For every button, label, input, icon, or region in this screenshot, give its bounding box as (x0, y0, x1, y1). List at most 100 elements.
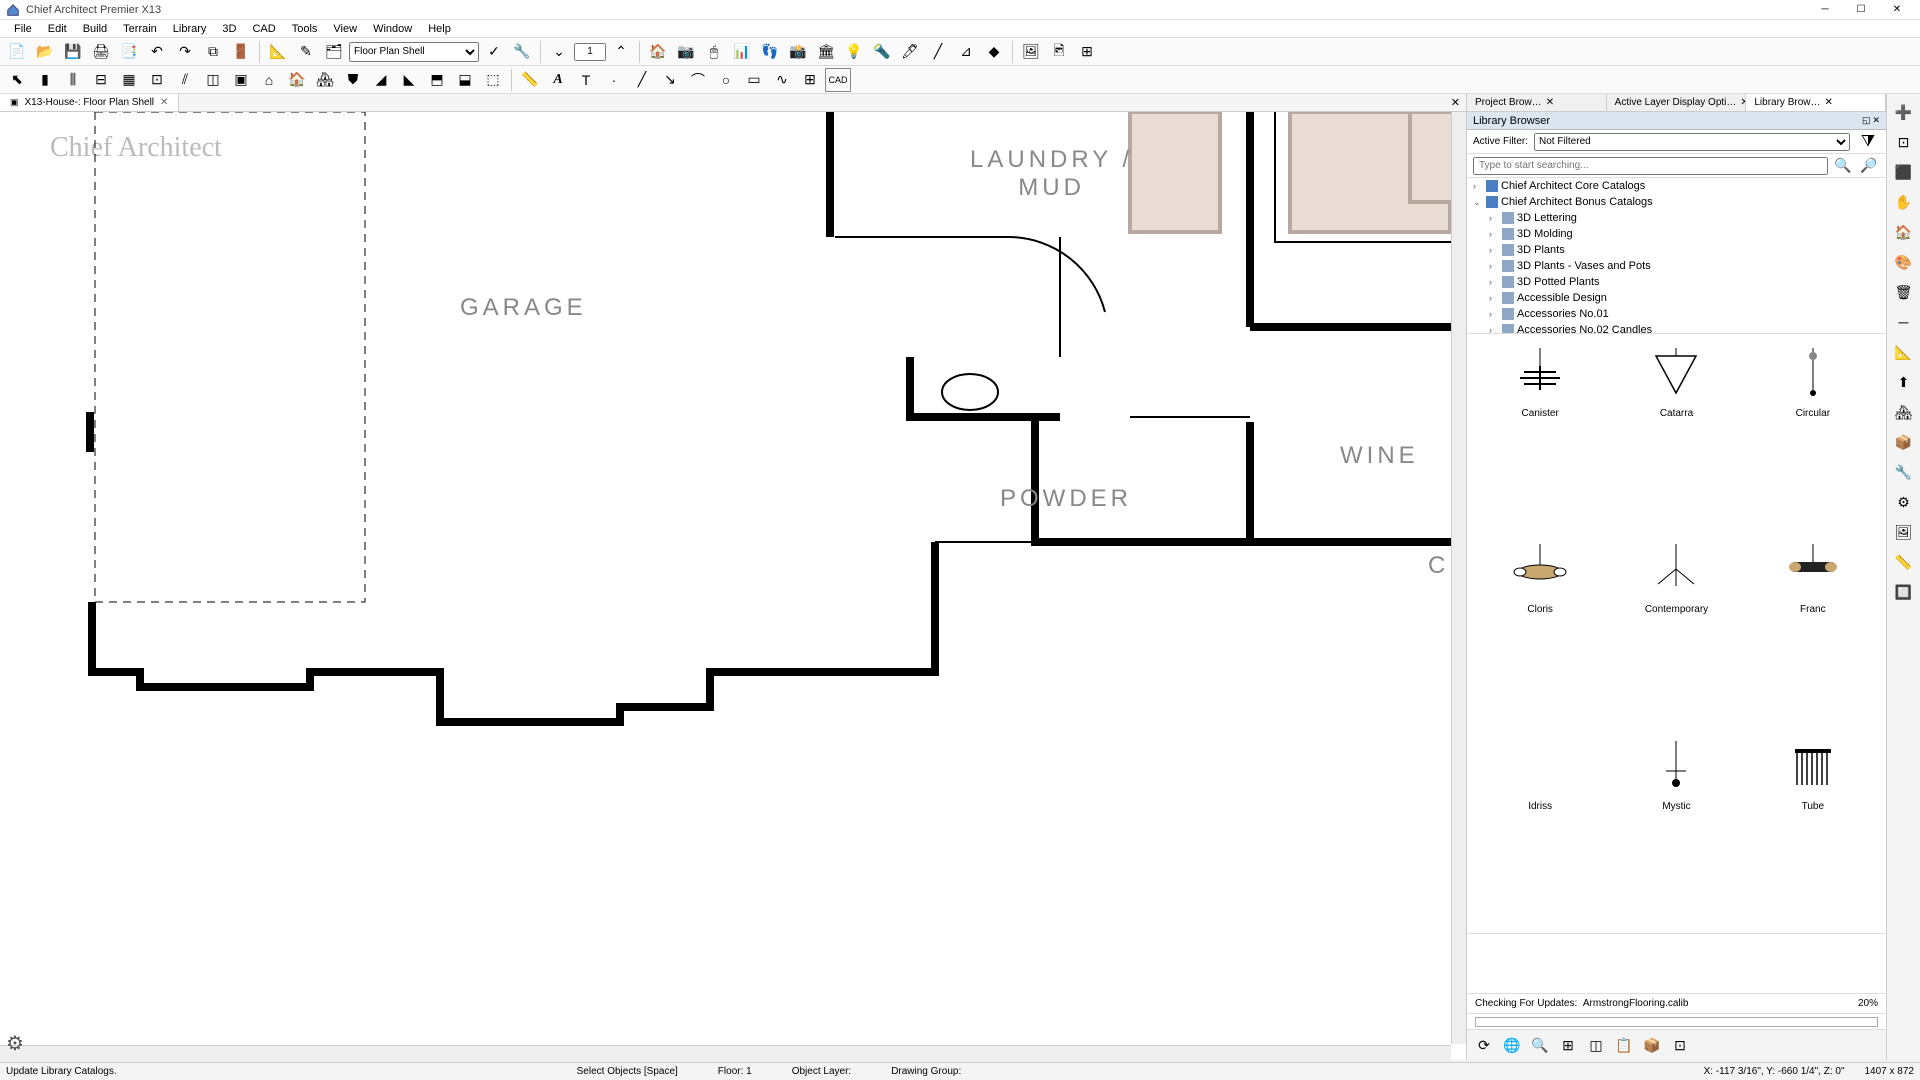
point-tool[interactable]: · (601, 68, 627, 92)
open-button[interactable]: 📂 (32, 40, 58, 64)
thumb-canister[interactable]: Canister (1475, 342, 1605, 532)
eraser-icon[interactable]: ◆ (981, 40, 1007, 64)
thumb-catarra[interactable]: Catarra (1611, 342, 1741, 532)
filter-icon[interactable]: ⧩ (1856, 131, 1880, 153)
house2-tool[interactable]: 🏠 (284, 68, 310, 92)
zoom-in-icon[interactable]: ➕ (1890, 98, 1918, 126)
house3-tool[interactable]: 🏘 (312, 68, 338, 92)
pan-icon[interactable]: ✋ (1890, 188, 1918, 216)
thumb-cloris[interactable]: Cloris (1475, 538, 1605, 728)
swatch-icon[interactable]: 🎨 (1890, 248, 1918, 276)
dim-icon[interactable]: ⊿ (953, 40, 979, 64)
cad-tool[interactable]: CAD (825, 68, 851, 92)
globe-icon[interactable]: 🌐 (1499, 1032, 1525, 1058)
scrollbar-horizontal[interactable] (0, 1045, 1451, 1060)
zoom-fit-icon[interactable]: ⊡ (1890, 128, 1918, 156)
thumb-contemporary[interactable]: Contemporary (1611, 538, 1741, 728)
polyline-tool[interactable]: ∿ (769, 68, 795, 92)
redo-button[interactable]: ↷ (172, 40, 198, 64)
undock-icon[interactable]: ◱ (1862, 115, 1871, 126)
tool4-icon[interactable]: 📦 (1890, 428, 1918, 456)
menu-3d[interactable]: 3D (214, 23, 244, 35)
framing-tool[interactable]: ◫ (200, 68, 226, 92)
thumb-tube[interactable]: Tube (1748, 735, 1878, 925)
line-icon[interactable]: ╱ (925, 40, 951, 64)
chart-icon[interactable]: 📊 (729, 40, 755, 64)
thumb-franc[interactable]: Franc (1748, 538, 1878, 728)
wall-tool[interactable]: ▮ (32, 68, 58, 92)
layerset-dropdown[interactable]: Floor Plan Shell (349, 42, 479, 62)
tool6-icon[interactable]: ⚙ (1890, 488, 1918, 516)
floor-number-input[interactable] (574, 43, 606, 61)
settings-button[interactable]: 🔧 (509, 40, 535, 64)
options-button[interactable]: ⧉ (200, 40, 226, 64)
tool5-icon[interactable]: 🔧 (1890, 458, 1918, 486)
grid-tool[interactable]: ⊞ (797, 68, 823, 92)
menu-edit[interactable]: Edit (40, 23, 75, 35)
panel-tab-layers[interactable]: Active Layer Display Opti…✕ (1607, 94, 1747, 111)
close-icon[interactable]: ✕ (160, 97, 168, 108)
edit-button[interactable]: ✎ (293, 40, 319, 64)
select-tool[interactable]: ⬉ (4, 68, 30, 92)
door-tool[interactable]: ⊟ (88, 68, 114, 92)
search2-icon[interactable]: 🔍 (1527, 1032, 1553, 1058)
tool9-icon[interactable]: 🔲 (1890, 578, 1918, 606)
menu-file[interactable]: File (6, 23, 40, 35)
new-button[interactable]: 📄 (4, 40, 30, 64)
window-tool[interactable]: ▦ (116, 68, 142, 92)
house-tool[interactable]: ⌂ (256, 68, 282, 92)
view2-icon[interactable]: 🖻 (1046, 40, 1072, 64)
thumb-idriss[interactable]: Idriss (1475, 735, 1605, 925)
line-tool[interactable]: ╱ (629, 68, 655, 92)
menu-build[interactable]: Build (75, 23, 115, 35)
box-tool[interactable]: ⬚ (480, 68, 506, 92)
tool2-icon[interactable]: ⬆ (1890, 368, 1918, 396)
library-tree[interactable]: ›Chief Architect Core Catalogs ⌄Chief Ar… (1467, 178, 1886, 334)
view5-icon[interactable]: ⊡ (1667, 1032, 1693, 1058)
roof2-tool[interactable]: ◢ (368, 68, 394, 92)
cabinet-tool[interactable]: ⊡ (144, 68, 170, 92)
close-button[interactable]: ✕ (1880, 1, 1914, 19)
flashlight-icon[interactable]: 🔦 (869, 40, 895, 64)
column-tool[interactable]: ▣ (228, 68, 254, 92)
scrollbar-vertical[interactable] (1451, 112, 1466, 1044)
arc-tool[interactable]: ⌒ (685, 68, 711, 92)
search-options-icon[interactable]: 🔎 (1858, 156, 1880, 176)
thumb-mystic[interactable]: Mystic (1611, 735, 1741, 925)
gear-icon[interactable]: ⚙ (6, 1031, 24, 1056)
camera2-icon[interactable]: 📸 (785, 40, 811, 64)
roof3-tool[interactable]: ◣ (396, 68, 422, 92)
text-tool[interactable]: A (545, 68, 571, 92)
menu-cad[interactable]: CAD (244, 23, 283, 35)
zoom-rect-icon[interactable]: ⬛ (1890, 158, 1918, 186)
stairs-tool[interactable]: ⫽ (172, 68, 198, 92)
refresh-icon[interactable]: ⟳ (1471, 1032, 1497, 1058)
search-input[interactable] (1473, 157, 1828, 175)
pen-icon[interactable]: 🖊 (897, 40, 923, 64)
rect-tool[interactable]: ▭ (741, 68, 767, 92)
tool7-icon[interactable]: 🖼 (1890, 518, 1918, 546)
menu-help[interactable]: Help (420, 23, 459, 35)
menu-tools[interactable]: Tools (284, 23, 326, 35)
save-button[interactable]: 💾 (60, 40, 86, 64)
ruler-tool[interactable]: 📏 (517, 68, 543, 92)
roof-tool[interactable]: ⛊ (340, 68, 366, 92)
menu-library[interactable]: Library (165, 23, 215, 35)
home-icon[interactable]: 🏠 (645, 40, 671, 64)
filter-dropdown[interactable]: Not Filtered (1534, 133, 1850, 151)
home-view-icon[interactable]: 🏠 (1890, 218, 1918, 246)
front-icon[interactable]: 🏛 (813, 40, 839, 64)
light-icon[interactable]: 💡 (841, 40, 867, 64)
text2-tool[interactable]: T (573, 68, 599, 92)
layerset-button[interactable]: 🗂 (321, 40, 347, 64)
view4-icon[interactable]: 📦 (1639, 1032, 1665, 1058)
mouse-icon[interactable]: 🖱 (701, 40, 727, 64)
slab-tool[interactable]: ⬒ (424, 68, 450, 92)
menu-view[interactable]: View (325, 23, 365, 35)
close-icon[interactable]: ✕ (1824, 97, 1832, 108)
drawing-canvas[interactable]: Chief Architect (0, 112, 1466, 1060)
panel-tab-library[interactable]: Library Brow…✕ (1746, 94, 1886, 111)
view1-icon[interactable]: ⊞ (1555, 1032, 1581, 1058)
close-icon[interactable]: ✕ (1546, 97, 1554, 108)
down-button[interactable]: ⌄ (546, 40, 572, 64)
